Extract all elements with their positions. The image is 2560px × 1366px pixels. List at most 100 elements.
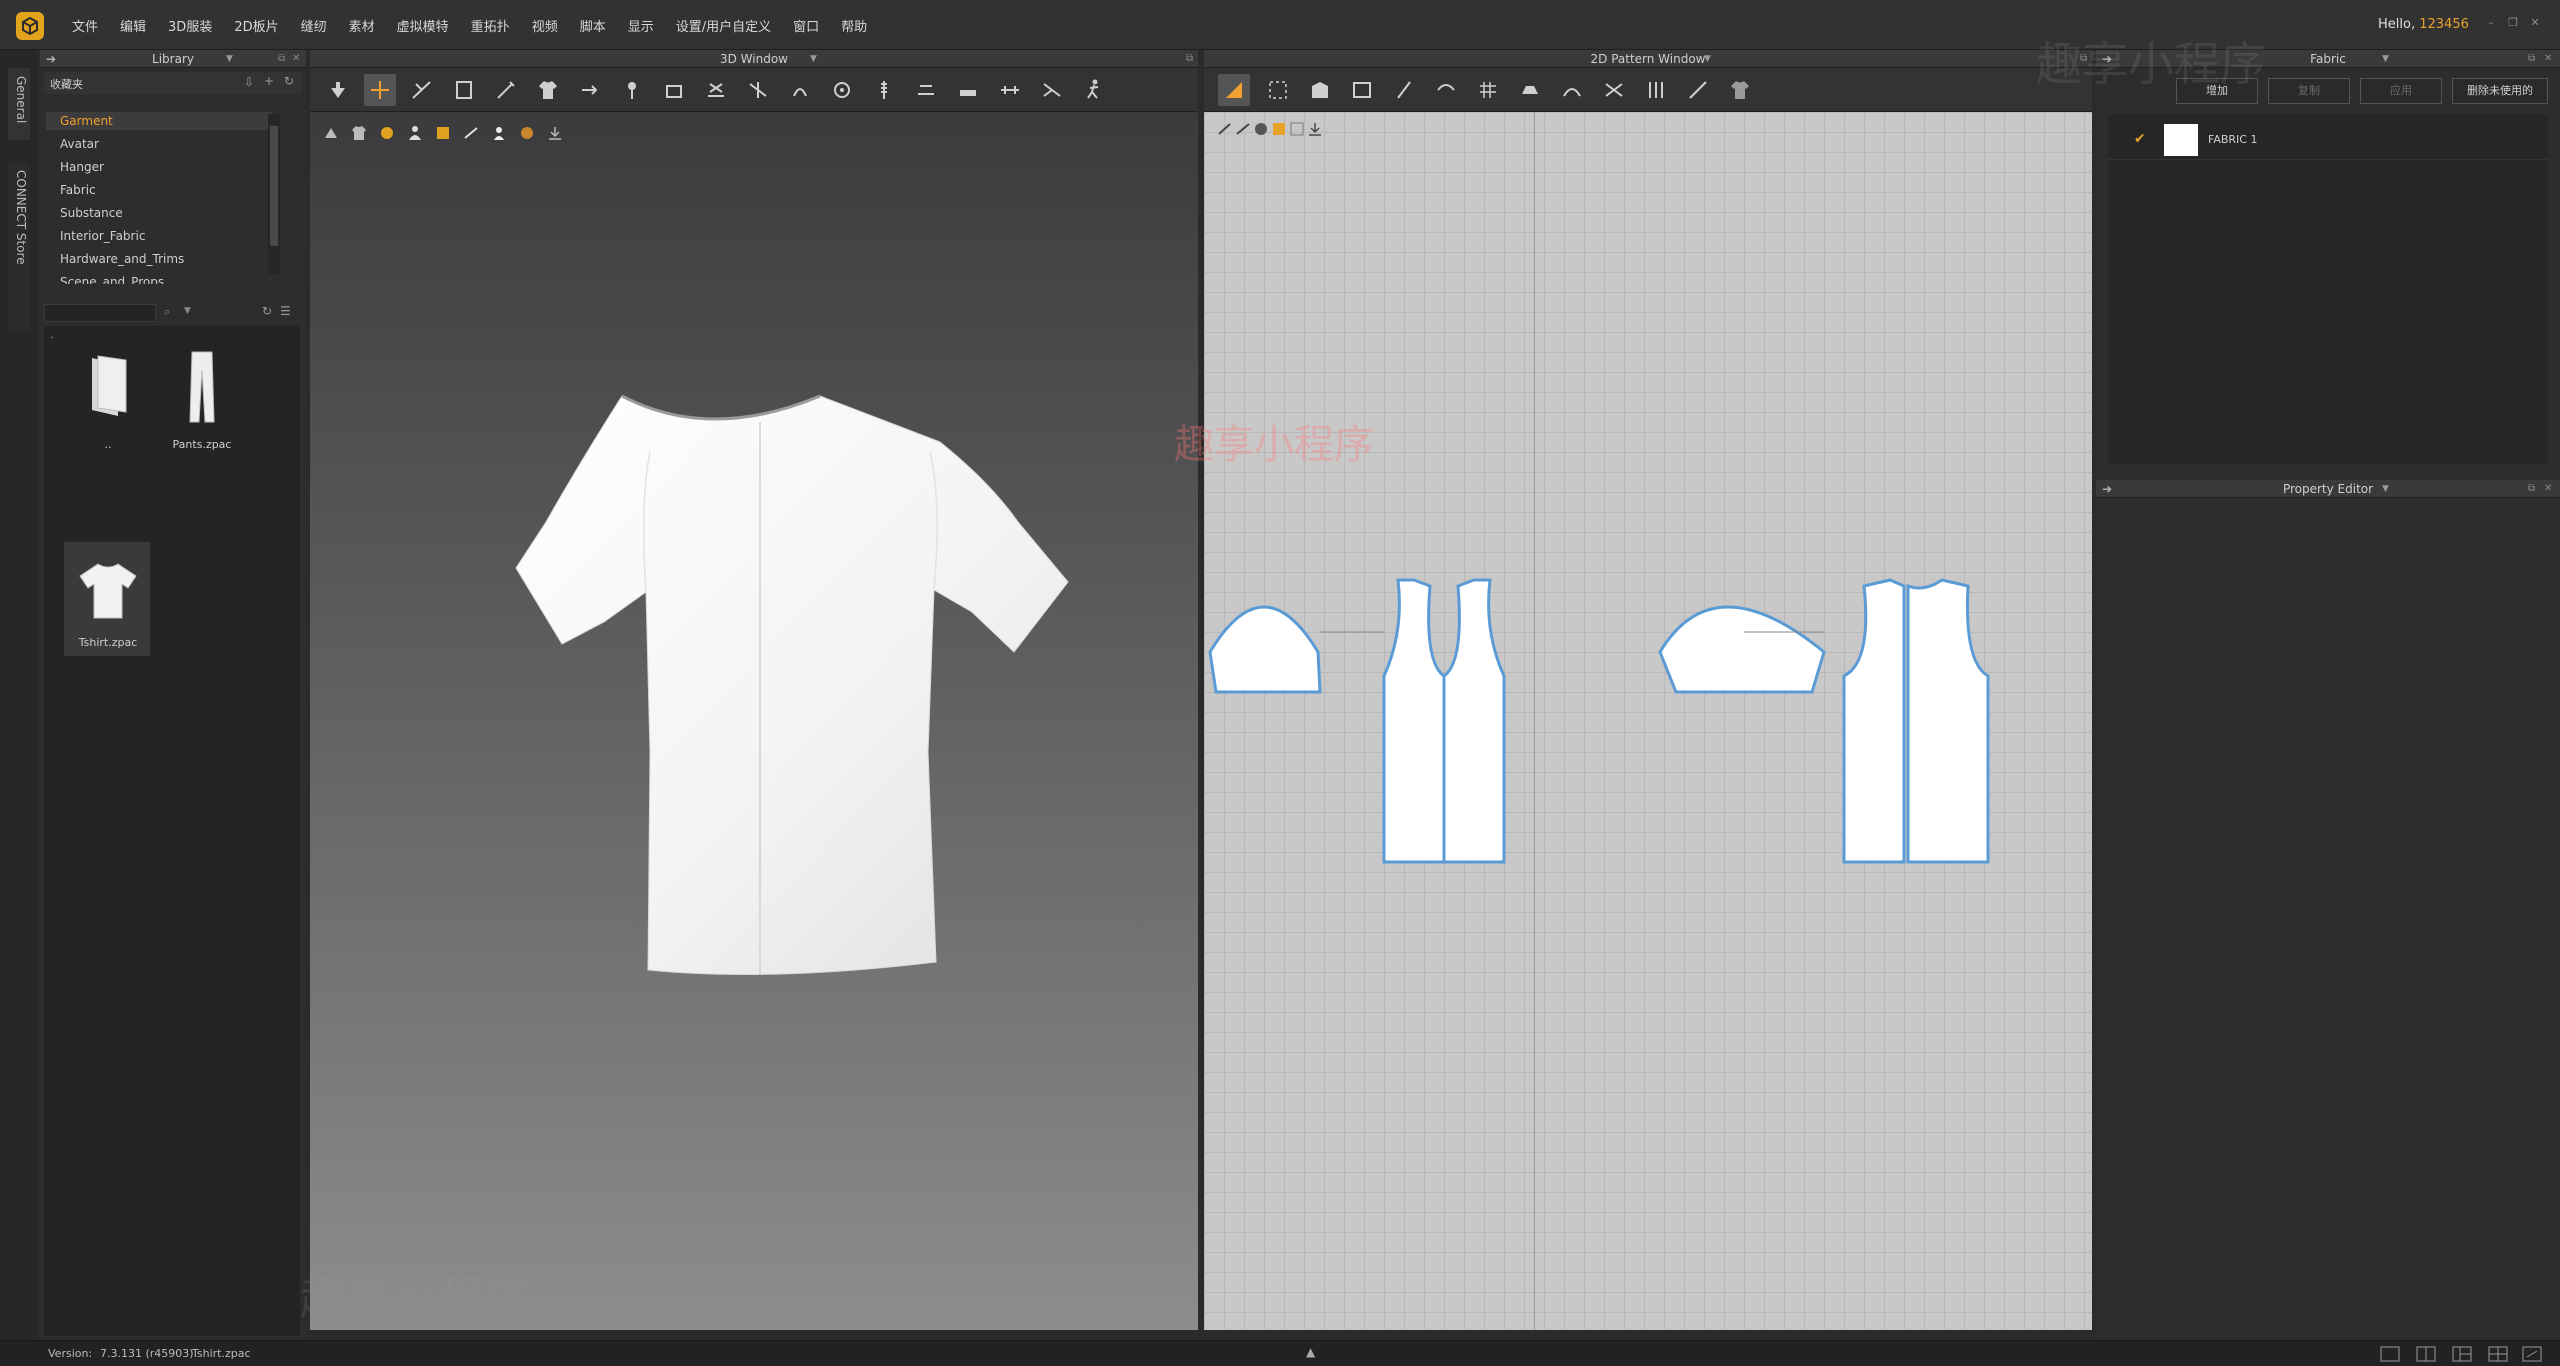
garment-outline-icon[interactable]	[1724, 74, 1756, 106]
zipper-tool-icon[interactable]	[868, 74, 900, 106]
add-icon[interactable]: +	[264, 74, 274, 88]
layout-quad-icon[interactable]	[2488, 1346, 2508, 1362]
close-icon[interactable]: ✕	[2544, 50, 2552, 68]
viewport-2d[interactable]: 趣享小程序	[1174, 112, 2092, 1330]
fabric-list-item[interactable]: ✔ FABRIC 1	[2108, 120, 2548, 160]
library-item-avatar[interactable]: Avatar	[60, 137, 99, 151]
viewport-3d[interactable]: 趣享小程序	[300, 112, 1198, 1330]
steam-icon[interactable]	[784, 74, 816, 106]
measure-icon[interactable]	[994, 74, 1026, 106]
arrange-tool-icon[interactable]	[574, 74, 606, 106]
render-mode-icon[interactable]	[320, 122, 342, 144]
menu-window[interactable]: 窗口	[793, 16, 819, 35]
material-display-icon[interactable]	[432, 122, 454, 144]
menu-edit[interactable]: 编辑	[120, 16, 146, 35]
chevron-down-icon[interactable]: ▼	[2382, 480, 2389, 498]
download-icon[interactable]: ⇩	[244, 75, 254, 89]
app-logo-icon[interactable]	[16, 12, 44, 40]
tshirt-3d-model[interactable]	[350, 382, 1150, 1062]
library-item-hardware-trims[interactable]: Hardware_and_Trims	[60, 252, 184, 266]
segment-sewing-icon[interactable]	[1556, 74, 1588, 106]
undock-icon[interactable]: ⧉	[1186, 50, 1193, 68]
layout-three-icon[interactable]	[2452, 1346, 2472, 1362]
tack-tool-icon[interactable]	[658, 74, 690, 106]
grid-tool-icon[interactable]	[1472, 74, 1504, 106]
free-sewing-icon[interactable]	[1598, 74, 1630, 106]
refresh-icon[interactable]: ↻	[262, 304, 272, 318]
move-tool-icon[interactable]	[364, 74, 396, 106]
cut-tool-icon[interactable]	[1036, 74, 1068, 106]
export-2d-icon[interactable]	[1304, 118, 1326, 140]
fold-line-icon[interactable]	[1514, 74, 1546, 106]
internal-line-icon[interactable]	[1388, 74, 1420, 106]
garment-display-icon[interactable]	[348, 122, 370, 144]
copy-fabric-button[interactable]: 复制	[2268, 78, 2350, 104]
library-item-fabric[interactable]: Fabric	[60, 183, 96, 197]
scrollbar-thumb[interactable]	[270, 126, 278, 246]
list-view-icon[interactable]: ☰	[280, 304, 291, 318]
restore-icon[interactable]: ❐	[2506, 16, 2520, 30]
undock-icon[interactable]: ⧉	[278, 50, 285, 68]
refresh-icon[interactable]: ↻	[284, 74, 294, 88]
button-tool-icon[interactable]	[826, 74, 858, 106]
arrangement-point-icon[interactable]	[616, 74, 648, 106]
menu-materials[interactable]: 素材	[349, 16, 375, 35]
pattern-pieces[interactable]	[1204, 572, 2092, 872]
garment-tool-icon[interactable]	[532, 74, 564, 106]
tab-connect-store[interactable]: CONNECT Store	[8, 162, 30, 332]
pin-tool-icon[interactable]	[490, 74, 522, 106]
strengthen-icon[interactable]	[700, 74, 732, 106]
menu-display[interactable]: 显示	[628, 16, 654, 35]
environment-icon[interactable]	[516, 122, 538, 144]
expand-up-icon[interactable]: ▲	[1306, 1345, 1315, 1359]
close-icon[interactable]: ✕	[292, 50, 300, 68]
transform-pattern-icon[interactable]	[1218, 74, 1250, 106]
file-item-tshirt[interactable]: Tshirt.zpac	[66, 544, 150, 656]
select-mesh-icon[interactable]	[406, 74, 438, 106]
folder-up-item[interactable]: ..	[66, 346, 150, 458]
menu-settings[interactable]: 设置/用户自定义	[676, 16, 771, 35]
menu-help[interactable]: 帮助	[841, 16, 867, 35]
library-item-garment[interactable]: Garment	[60, 114, 113, 128]
seam-display-icon[interactable]	[460, 122, 482, 144]
chevron-down-icon[interactable]: ▼	[1704, 50, 1711, 68]
chevron-down-icon[interactable]: ▼	[810, 50, 817, 68]
library-item-substance[interactable]: Substance	[60, 206, 123, 220]
library-scrollbar[interactable]	[268, 114, 280, 274]
username[interactable]: 123456	[2419, 17, 2469, 32]
library-item-scene-props[interactable]: Scene_and_Props	[60, 275, 164, 284]
tape-tool-icon[interactable]	[910, 74, 942, 106]
close-icon[interactable]: ✕	[2528, 16, 2542, 30]
search-icon[interactable]: ⌕	[164, 305, 170, 319]
shrinkage-icon[interactable]	[742, 74, 774, 106]
texture-display-icon[interactable]	[376, 122, 398, 144]
pin-icon[interactable]: ➔	[46, 50, 56, 68]
trace-icon[interactable]	[1430, 74, 1462, 106]
layout-split-icon[interactable]	[2416, 1346, 2436, 1362]
pin-icon[interactable]: ➔	[2102, 480, 2112, 498]
stitch-icon[interactable]	[1640, 74, 1672, 106]
rectangle-tool-icon[interactable]	[1346, 74, 1378, 106]
file-item-pants[interactable]: Pants.zpac	[160, 346, 244, 458]
polygon-tool-icon[interactable]	[1304, 74, 1336, 106]
apply-fabric-button[interactable]: 应用	[2360, 78, 2442, 104]
close-icon[interactable]: ✕	[2544, 480, 2552, 498]
select-move-tool-icon[interactable]	[322, 74, 354, 106]
fold-arrange-icon[interactable]	[448, 74, 480, 106]
menu-2d-pattern[interactable]: 2D板片	[234, 16, 278, 35]
library-search-input[interactable]	[44, 304, 156, 322]
menu-file[interactable]: 文件	[72, 16, 98, 35]
library-item-hanger[interactable]: Hanger	[60, 160, 104, 174]
menu-avatar[interactable]: 虚拟模特	[397, 16, 449, 35]
tab-general[interactable]: General	[8, 68, 30, 140]
library-item-interior-fabric[interactable]: Interior_Fabric	[60, 229, 145, 243]
fold-tool-icon[interactable]	[952, 74, 984, 106]
filter-dropdown-icon[interactable]: ▼	[184, 306, 191, 316]
layout-single-icon[interactable]	[2380, 1346, 2400, 1362]
menu-retopology[interactable]: 重拓扑	[471, 16, 510, 35]
menu-3d-garment[interactable]: 3D服装	[168, 16, 212, 35]
avatar-visibility-icon[interactable]	[488, 122, 510, 144]
menu-video[interactable]: 视频	[532, 16, 558, 35]
measure-line-icon[interactable]	[1682, 74, 1714, 106]
avatar-pose-icon[interactable]	[1078, 74, 1110, 106]
